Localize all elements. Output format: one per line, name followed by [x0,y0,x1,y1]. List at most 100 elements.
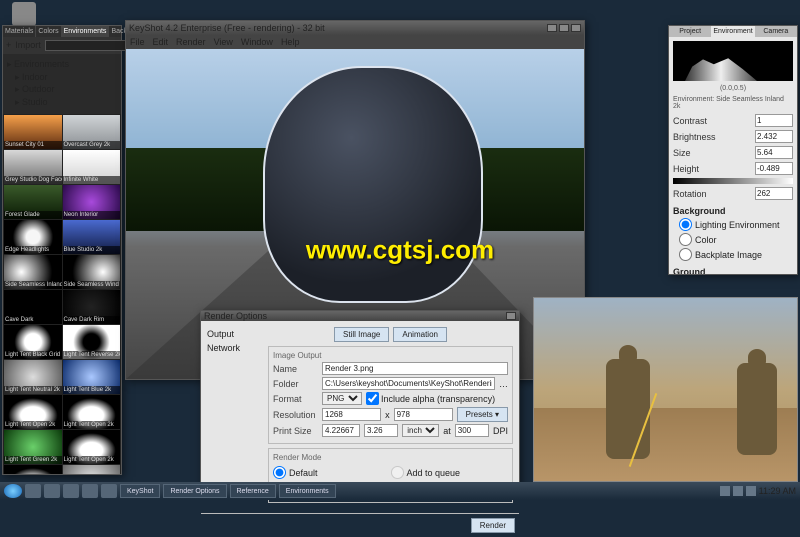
ground-heading: Ground [673,267,706,274]
menu-view[interactable]: View [214,37,233,47]
close-icon[interactable] [506,312,516,320]
pinned-app[interactable] [82,484,98,498]
thumb-item[interactable]: Edge Headlights [4,220,62,254]
close-icon[interactable] [571,24,581,32]
thumb-item[interactable]: Cave Dark [4,290,62,324]
thumb-item[interactable]: Neon Interior [63,185,121,219]
folder-input[interactable] [322,377,495,390]
thumb-item[interactable]: Light Tent Open 2k [4,395,62,429]
thumb-item[interactable]: Light Tent Black Grid [4,325,62,359]
thumb-item[interactable]: Sunset City 01 [4,115,62,149]
thumb-item[interactable]: Overcast Grey 2k [63,115,121,149]
thumb-item[interactable]: Light Tent Green 2k [4,430,62,464]
minimize-icon[interactable] [547,24,557,32]
task-item[interactable]: Render Options [163,484,226,498]
still-image-button[interactable]: Still Image [334,327,389,342]
histogram[interactable] [673,41,793,81]
thumb-label: Light Tent Black Grid [4,351,62,359]
size-input[interactable] [755,146,793,159]
bg-radio-backplate[interactable] [679,248,692,261]
clock[interactable]: 11:29 AM [759,486,796,496]
task-item[interactable]: Reference [230,484,276,498]
background-heading: Background [673,206,726,216]
task-item[interactable]: Environments [279,484,336,498]
pinned-app[interactable] [44,484,60,498]
format-select[interactable]: PNG [322,392,362,405]
pinned-app[interactable] [25,484,41,498]
height-input[interactable] [394,408,453,421]
search-input[interactable] [45,40,138,51]
thumb-item[interactable]: Side Seamless Wind 2k [63,255,121,289]
printsize-label: Print Size [273,426,318,436]
menu-render[interactable]: Render [176,37,206,47]
contrast-input[interactable] [755,114,793,127]
presets-button[interactable]: Presets ▾ [457,407,508,422]
menu-file[interactable]: File [130,37,145,47]
rotation-slider[interactable] [673,178,793,184]
name-input[interactable] [322,362,508,375]
side-network[interactable]: Network [207,341,262,355]
render-dialog: Render Options Output Network Still Imag… [200,310,520,485]
alpha-checkbox[interactable] [366,392,379,405]
group-heading: Image Output [273,351,508,360]
environment-tree[interactable]: ▸ Environments ▸ Indoor ▸ Outdoor ▸ Stud… [3,54,121,114]
titlebar[interactable]: Render Options [201,311,519,321]
tab-colors[interactable]: Colors [36,26,61,37]
thumb-item[interactable]: Light Tent Reverse 2k [63,325,121,359]
tree-node[interactable]: ▸ Indoor [7,71,117,84]
thumb-item[interactable]: Blue Studio 2k [63,220,121,254]
side-output[interactable]: Output [207,327,262,341]
height-input[interactable] [755,162,793,175]
animation-button[interactable]: Animation [393,327,447,342]
dpi-input[interactable] [455,424,489,437]
thumb-item[interactable]: Light Tent Neutral 2k [4,360,62,394]
reference-image-window[interactable] [533,297,798,482]
thumb-item[interactable]: Light Tent Open 2k [4,465,62,474]
pinned-app[interactable] [101,484,117,498]
maximize-icon[interactable] [559,24,569,32]
tab-project[interactable]: Project [669,26,711,37]
thumb-item[interactable]: Light Tent Open 2k [63,430,121,464]
print-h-input[interactable] [364,424,398,437]
task-item[interactable]: KeyShot [120,484,160,498]
thumb-item[interactable]: Infinite White [63,150,121,184]
bg-radio-color[interactable] [679,233,692,246]
thumb-item[interactable]: Cave Dark Rim [63,290,121,324]
browse-icon[interactable]: … [499,379,508,389]
mode-default-radio[interactable] [273,466,286,479]
thumb-item[interactable]: Light Tent Blue 2k [63,360,121,394]
tab-environment[interactable]: Environment [711,26,754,37]
menu-help[interactable]: Help [281,37,300,47]
import-button[interactable]: Import [15,40,41,51]
print-w-input[interactable] [322,424,360,437]
tab-materials[interactable]: Materials [3,26,36,37]
brightness-input[interactable] [755,130,793,143]
tree-node[interactable]: ▸ Studio [7,96,117,109]
thumb-item[interactable]: Grey Studio Dog Face [4,150,62,184]
titlebar[interactable]: KeyShot 4.2 Enterprise (Free - rendering… [126,21,584,35]
menu-edit[interactable]: Edit [153,37,169,47]
thumb-label: Light Tent Reverse 2k [63,351,121,359]
bg-radio-env[interactable] [679,218,692,231]
thumb-item[interactable]: Forest Glade [4,185,62,219]
pinned-app[interactable] [63,484,79,498]
thumb-item[interactable]: Light Tent Open 2k [63,395,121,429]
tray-icon[interactable] [746,486,756,496]
add-button[interactable]: + [6,40,11,51]
tree-root[interactable]: ▸ Environments [7,58,117,71]
tray-icon[interactable] [733,486,743,496]
menu-window[interactable]: Window [241,37,273,47]
width-input[interactable] [322,408,381,421]
bg-opt-label: Color [695,235,717,245]
rotation-input[interactable] [755,187,793,200]
thumb-item[interactable]: Light Tent Silver 2k [63,465,121,474]
render-button[interactable]: Render [471,518,515,533]
thumb-item[interactable]: Side Seamless Inland [4,255,62,289]
print-unit-select[interactable]: inch [402,424,439,437]
tab-environments[interactable]: Environments [62,26,110,37]
start-button[interactable] [4,484,22,498]
tray-icon[interactable] [720,486,730,496]
contrast-label: Contrast [673,116,751,126]
tab-camera[interactable]: Camera [755,26,797,37]
tree-node[interactable]: ▸ Outdoor [7,83,117,96]
